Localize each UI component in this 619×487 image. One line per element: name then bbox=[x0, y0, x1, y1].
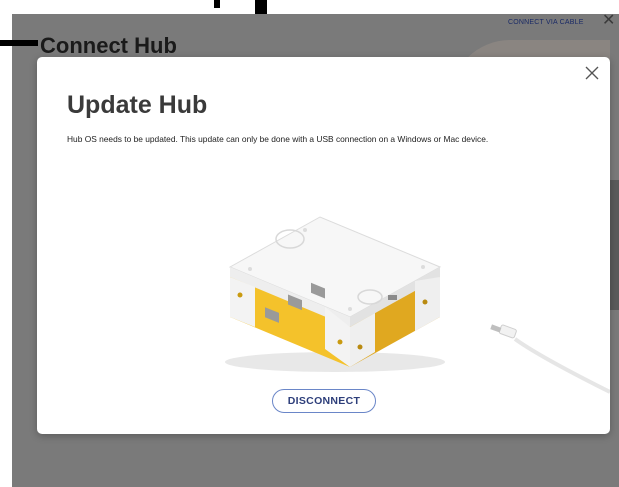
disconnect-button[interactable]: DISCONNECT bbox=[272, 389, 376, 413]
modal-title: Update Hub bbox=[67, 91, 208, 119]
hub-usb-illustration bbox=[210, 197, 611, 397]
update-hub-modal: Update Hub Hub OS needs to be updated. T… bbox=[37, 57, 611, 434]
background-close-icon[interactable]: ✕ bbox=[602, 13, 616, 29]
top-strip bbox=[0, 0, 619, 14]
modal-description: Hub OS needs to be updated. This update … bbox=[67, 134, 489, 144]
partial-heading-fragment-2 bbox=[214, 0, 220, 8]
partial-heading-fragment-3 bbox=[0, 40, 38, 46]
connect-hub-title: Connect Hub bbox=[40, 33, 177, 58]
connect-via-cable-link[interactable]: CONNECT VIA CABLE bbox=[508, 19, 584, 26]
partial-heading-fragment bbox=[255, 0, 267, 14]
close-icon[interactable] bbox=[584, 65, 600, 81]
